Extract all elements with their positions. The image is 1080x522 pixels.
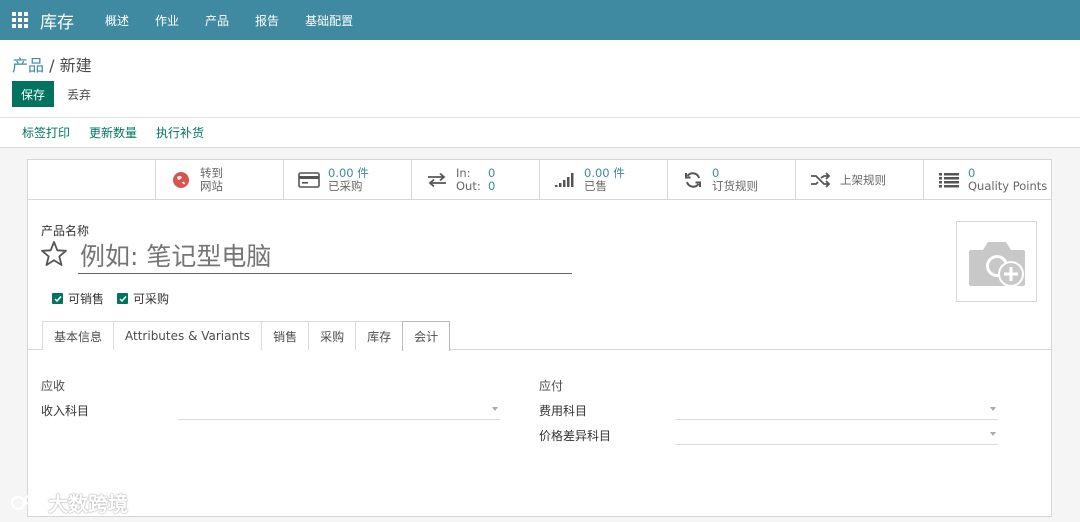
purchased-button[interactable]: 0.00 件 已采购 xyxy=(284,160,412,200)
can-be-sold-label: 可销售 xyxy=(68,292,105,306)
out-value: 0 xyxy=(488,179,496,193)
list-icon xyxy=(938,169,960,191)
product-image-upload[interactable] xyxy=(956,221,1037,302)
putaway-label: 上架规则 xyxy=(840,172,886,187)
menu-item-configuration[interactable]: 基础配置 xyxy=(292,0,366,40)
income-account-label: 收入科目 xyxy=(41,404,90,418)
control-panel: 产品 / 新建 保存 丢弃 标签打印 更新数量 执行补货 xyxy=(0,40,1080,148)
income-account-select[interactable] xyxy=(178,400,500,420)
can-be-purchased-label: 可采购 xyxy=(133,292,170,306)
credit-card-icon xyxy=(298,169,320,191)
go-to-website-button[interactable]: 转到 网站 xyxy=(156,160,284,200)
tab-attributes-variants[interactable]: Attributes & Variants xyxy=(113,321,263,350)
app-brand[interactable]: 库存 xyxy=(40,8,74,33)
price-difference-account-label: 价格差异科目 xyxy=(539,429,612,443)
sold-button[interactable]: 0.00 件 已售 xyxy=(540,160,668,200)
purchased-label: 已采购 xyxy=(328,179,363,193)
top-navbar: 库存 概述 作业 产品 报告 基础配置 xyxy=(0,0,1080,40)
checkbox-checked-icon xyxy=(117,293,128,304)
apps-menu-icon[interactable] xyxy=(0,0,40,40)
breadcrumb-parent[interactable]: 产品 xyxy=(12,56,44,75)
can-be-purchased-checkbox[interactable]: 可采购 xyxy=(117,290,169,307)
menu-item-overview[interactable]: 概述 xyxy=(92,0,142,40)
favorite-star-icon[interactable] xyxy=(40,240,68,268)
tab-general-info[interactable]: 基本信息 xyxy=(42,321,115,350)
tab-inventory[interactable]: 库存 xyxy=(355,321,404,350)
quality-points-button[interactable]: 0 Quality Points xyxy=(924,160,1051,200)
breadcrumb-current: 新建 xyxy=(59,56,92,75)
reordering-rules-button[interactable]: 0 订货规则 xyxy=(668,160,796,200)
payable-group-title: 应付 xyxy=(539,379,564,393)
tab-purchase[interactable]: 采购 xyxy=(308,321,357,350)
camera-plus-icon xyxy=(968,241,1025,287)
price-difference-account-select[interactable] xyxy=(675,425,998,445)
tab-accounting[interactable]: 会计 xyxy=(402,321,451,351)
menu-item-products[interactable]: 产品 xyxy=(192,0,242,40)
website-line2: 网站 xyxy=(200,179,223,193)
watermark-text: 大数跨境 xyxy=(48,492,128,516)
in-out-button[interactable]: In: 0 Out: 0 xyxy=(412,160,540,200)
exchange-icon xyxy=(426,169,448,191)
random-icon xyxy=(810,169,832,191)
discard-button[interactable]: 丢弃 xyxy=(62,81,96,107)
watermark: 大数跨境 xyxy=(10,488,128,517)
menu-item-reporting[interactable]: 报告 xyxy=(242,0,292,40)
breadcrumb-separator: / xyxy=(44,56,60,75)
out-label: Out: xyxy=(456,179,481,193)
can-be-sold-checkbox[interactable]: 可销售 xyxy=(52,290,104,307)
putaway-rules-button[interactable]: 上架规则 xyxy=(796,160,924,200)
tab-sales[interactable]: 销售 xyxy=(261,321,310,350)
form-tabs: 基本信息 Attributes & Variants 销售 采购 库存 会计 xyxy=(42,321,451,351)
replenish-button[interactable]: 执行补货 xyxy=(156,124,204,141)
receivable-group-title: 应收 xyxy=(41,379,66,393)
signal-bars-icon xyxy=(554,169,576,191)
quality-label: Quality Points xyxy=(968,179,1048,193)
form-sheet: 转到 网站 0.00 件 已采购 In: 0 Out: 0 0.00 件 已售 … xyxy=(27,159,1052,517)
expense-account-select[interactable] xyxy=(675,400,998,420)
product-name-input[interactable] xyxy=(78,240,572,274)
dropdown-caret-icon xyxy=(990,407,996,411)
product-name-label: 产品名称 xyxy=(41,224,90,238)
dropdown-caret-icon xyxy=(990,432,996,436)
breadcrumb: 产品 / 新建 xyxy=(12,52,92,76)
smart-buttons: 转到 网站 0.00 件 已采购 In: 0 Out: 0 0.00 件 已售 … xyxy=(28,160,1051,200)
update-quantity-button[interactable]: 更新数量 xyxy=(89,124,137,141)
watermark-logo-icon xyxy=(10,494,48,510)
sold-label: 已售 xyxy=(584,179,607,193)
header-divider xyxy=(0,117,1080,118)
dropdown-caret-icon xyxy=(492,407,498,411)
menu-item-operations[interactable]: 作业 xyxy=(142,0,192,40)
globe-icon xyxy=(170,169,192,191)
print-labels-button[interactable]: 标签打印 xyxy=(22,124,70,141)
save-button[interactable]: 保存 xyxy=(12,81,55,107)
refresh-icon xyxy=(682,169,704,191)
expense-account-label: 费用科目 xyxy=(539,404,588,418)
checkbox-checked-icon xyxy=(52,293,63,304)
reorder-label: 订货规则 xyxy=(712,179,758,193)
